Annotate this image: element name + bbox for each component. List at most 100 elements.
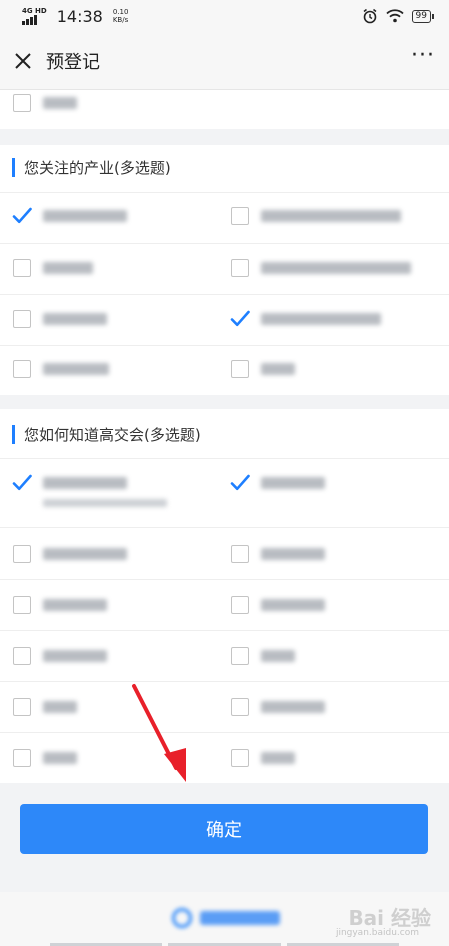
option-source-8[interactable] xyxy=(218,647,436,665)
option-industry-4[interactable] xyxy=(218,259,436,277)
option-label-redacted xyxy=(43,360,109,375)
checkbox-source-1[interactable] xyxy=(12,474,32,492)
option-source-3[interactable] xyxy=(0,545,218,563)
watermark-logo: Bai 经验 xyxy=(348,906,431,930)
status-bar: 4G HD 14:38 0.10 KB/s 99 xyxy=(0,0,449,32)
option-row xyxy=(0,310,449,328)
signal-indicator: 4G HD xyxy=(22,7,47,25)
option-source-4[interactable] xyxy=(218,545,436,563)
option-industry-3[interactable] xyxy=(0,259,218,277)
option-label-redacted xyxy=(261,360,295,375)
checkbox-source-10[interactable] xyxy=(231,698,249,716)
option-item[interactable] xyxy=(0,94,218,112)
checkbox-industry-2[interactable] xyxy=(231,207,249,225)
checkbox-industry-7[interactable] xyxy=(13,360,31,378)
option-industry-2[interactable] xyxy=(218,207,436,225)
option-label-redacted xyxy=(43,545,127,560)
option-source-1[interactable] xyxy=(0,474,218,507)
option-industry-8[interactable] xyxy=(218,360,436,378)
option-label-redacted xyxy=(261,474,325,489)
option-label-redacted xyxy=(43,474,167,507)
service-icon xyxy=(172,908,192,928)
section-title-source: 您如何知道高交会(多选题) xyxy=(12,424,201,445)
checkbox-source-5[interactable] xyxy=(13,596,31,614)
option-label-redacted xyxy=(43,259,93,274)
checkbox-top[interactable] xyxy=(13,94,31,112)
section-title-industry: 您关注的产业(多选题) xyxy=(12,157,171,178)
network-type: 4G HD xyxy=(22,7,47,15)
checkbox-industry-6[interactable] xyxy=(230,310,250,328)
option-source-12[interactable] xyxy=(218,749,436,767)
divider xyxy=(0,630,449,631)
battery-icon: 99 xyxy=(411,9,435,23)
option-label-redacted xyxy=(261,647,295,662)
option-source-11[interactable] xyxy=(0,749,218,767)
divider xyxy=(0,294,449,295)
option-row xyxy=(0,474,449,507)
option-industry-7[interactable] xyxy=(0,360,218,378)
option-source-6[interactable] xyxy=(218,596,436,614)
page-title: 预登记 xyxy=(46,51,100,73)
checkbox-industry-8[interactable] xyxy=(231,360,249,378)
checkbox-source-11[interactable] xyxy=(13,749,31,767)
option-row xyxy=(0,698,449,716)
watermark-url: jingyan.baidu.com xyxy=(335,928,419,938)
checkbox-industry-3[interactable] xyxy=(13,259,31,277)
online-service-link[interactable] xyxy=(172,908,280,928)
divider xyxy=(0,345,449,346)
checkbox-source-7[interactable] xyxy=(13,647,31,665)
option-industry-1[interactable] xyxy=(0,207,218,225)
checkbox-industry-1[interactable] xyxy=(12,207,32,225)
option-label-redacted xyxy=(43,749,77,764)
divider xyxy=(0,192,449,193)
signal-icon xyxy=(22,15,37,25)
section-title-text: 您关注的产业(多选题) xyxy=(24,159,171,177)
checkbox-source-12[interactable] xyxy=(231,749,249,767)
option-row xyxy=(0,749,449,767)
service-label-redacted xyxy=(200,911,280,925)
option-row xyxy=(0,647,449,665)
option-row xyxy=(0,596,449,614)
option-label-redacted xyxy=(261,310,381,325)
close-icon[interactable] xyxy=(14,52,32,70)
checkbox-source-8[interactable] xyxy=(231,647,249,665)
option-label-redacted xyxy=(43,698,77,713)
divider xyxy=(0,732,449,733)
option-row xyxy=(0,94,449,112)
option-source-10[interactable] xyxy=(218,698,436,716)
option-label-redacted xyxy=(43,596,107,611)
checkbox-source-6[interactable] xyxy=(231,596,249,614)
option-source-2[interactable] xyxy=(218,474,436,507)
divider xyxy=(0,579,449,580)
option-label-redacted xyxy=(261,749,295,764)
option-industry-5[interactable] xyxy=(0,310,218,328)
option-label-redacted xyxy=(261,259,411,274)
divider xyxy=(0,527,449,528)
title-bar: 预登记 ··· xyxy=(0,32,449,90)
option-source-9[interactable] xyxy=(0,698,218,716)
option-source-5[interactable] xyxy=(0,596,218,614)
option-source-7[interactable] xyxy=(0,647,218,665)
option-label-redacted xyxy=(261,207,401,222)
option-industry-6[interactable] xyxy=(218,310,436,328)
section-accent-bar xyxy=(12,425,15,444)
checkbox-industry-5[interactable] xyxy=(13,310,31,328)
checkbox-source-2[interactable] xyxy=(230,474,250,492)
option-label-redacted xyxy=(261,545,325,560)
option-label-redacted xyxy=(43,207,127,222)
more-options-icon[interactable]: ··· xyxy=(411,44,435,71)
checkbox-source-4[interactable] xyxy=(231,545,249,563)
section-title-text: 您如何知道高交会(多选题) xyxy=(24,426,201,444)
option-label-redacted xyxy=(261,698,325,713)
divider xyxy=(0,681,449,682)
checkbox-source-9[interactable] xyxy=(13,698,31,716)
checkbox-industry-4[interactable] xyxy=(231,259,249,277)
confirm-button[interactable]: 确定 xyxy=(20,804,428,854)
option-label-redacted xyxy=(43,647,107,662)
checkbox-source-3[interactable] xyxy=(13,545,31,563)
speed-value: 0.10 xyxy=(112,8,129,16)
clock: 14:38 xyxy=(56,6,103,26)
wifi-icon xyxy=(385,9,404,23)
speed-unit: KB/s xyxy=(112,16,129,24)
option-label-redacted xyxy=(43,310,107,325)
